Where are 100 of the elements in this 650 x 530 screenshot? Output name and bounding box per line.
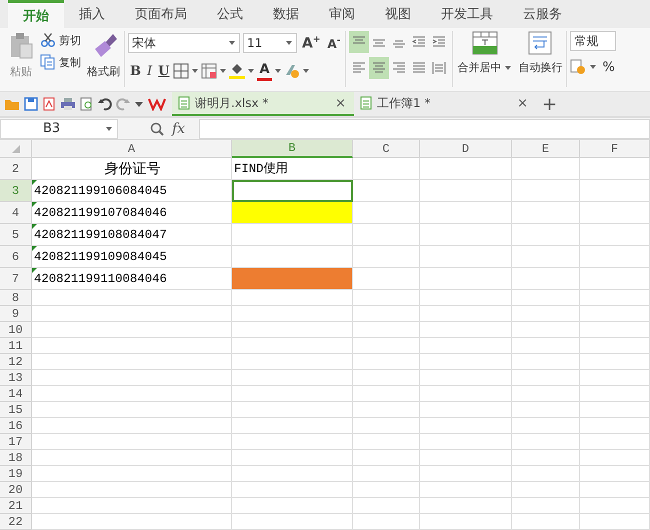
table-cell[interactable] <box>32 482 232 498</box>
copy-button[interactable]: 复制 <box>38 53 83 71</box>
print-preview-icon[interactable] <box>80 97 94 111</box>
menu-tab[interactable]: 开发工具 <box>426 0 508 28</box>
table-cell[interactable] <box>32 466 232 482</box>
table-cell[interactable] <box>512 498 580 514</box>
table-cell[interactable] <box>420 370 512 386</box>
table-cell[interactable]: 420821199109084045 <box>32 246 232 268</box>
table-cell[interactable] <box>580 450 650 466</box>
table-cell[interactable] <box>232 418 353 434</box>
table-cell[interactable] <box>512 268 580 290</box>
caret-icon[interactable] <box>219 67 228 75</box>
table-cell[interactable] <box>232 224 353 246</box>
table-cell[interactable] <box>232 306 353 322</box>
row-header[interactable]: 16 <box>0 418 32 434</box>
table-cell[interactable] <box>32 322 232 338</box>
row-header[interactable]: 12 <box>0 354 32 370</box>
table-cell[interactable] <box>580 482 650 498</box>
table-cell[interactable] <box>512 514 580 530</box>
table-cell[interactable] <box>580 386 650 402</box>
new-tab-button[interactable]: + <box>536 92 564 116</box>
percent-button[interactable]: % <box>600 58 617 76</box>
table-cell[interactable] <box>580 246 650 268</box>
table-cell[interactable] <box>420 418 512 434</box>
table-cell[interactable] <box>420 224 512 246</box>
menu-tab[interactable]: 数据 <box>258 0 314 28</box>
table-cell[interactable] <box>512 482 580 498</box>
table-cell[interactable] <box>353 370 420 386</box>
table-cell[interactable] <box>512 370 580 386</box>
row-header[interactable]: 4 <box>0 202 32 224</box>
table-cell[interactable] <box>512 180 580 202</box>
table-cell[interactable] <box>232 466 353 482</box>
table-cell[interactable] <box>232 322 353 338</box>
table-cell[interactable]: 身份证号 <box>32 158 232 180</box>
printer-icon[interactable] <box>60 97 76 111</box>
table-cell[interactable] <box>353 354 420 370</box>
menu-tab[interactable]: 公式 <box>202 0 258 28</box>
font-name-dropdown[interactable]: 宋体 <box>128 33 240 53</box>
borders-icon[interactable] <box>173 63 190 79</box>
increase-font-button[interactable]: A$^{+}$ <box>300 32 322 54</box>
table-cell[interactable] <box>420 268 512 290</box>
font-color-button[interactable]: A <box>257 61 272 81</box>
name-box[interactable]: B3 <box>0 118 118 138</box>
table-cell[interactable] <box>353 322 420 338</box>
table-cell[interactable] <box>32 450 232 466</box>
formula-input-field[interactable] <box>199 118 650 138</box>
menu-tab[interactable]: 页面布局 <box>120 0 202 28</box>
menu-tab[interactable]: 云服务 <box>508 0 577 28</box>
pdf-icon[interactable] <box>42 97 56 111</box>
table-cell[interactable] <box>32 370 232 386</box>
table-cell[interactable] <box>353 306 420 322</box>
table-cell[interactable] <box>580 466 650 482</box>
table-cell[interactable] <box>32 354 232 370</box>
table-cell[interactable] <box>232 338 353 354</box>
table-cell[interactable] <box>32 434 232 450</box>
table-cell[interactable] <box>512 290 580 306</box>
row-header[interactable]: 8 <box>0 290 32 306</box>
table-cell[interactable] <box>32 338 232 354</box>
bold-button[interactable]: B <box>128 60 143 82</box>
table-cell[interactable] <box>353 290 420 306</box>
caret-icon[interactable] <box>105 124 113 132</box>
fill-bucket-icon[interactable] <box>229 63 246 79</box>
table-cell[interactable] <box>580 180 650 202</box>
table-cell[interactable] <box>420 158 512 180</box>
table-cell[interactable] <box>232 370 353 386</box>
table-cell[interactable] <box>512 246 580 268</box>
caret-icon[interactable] <box>285 39 293 47</box>
cut-button[interactable]: 剪切 <box>38 31 83 49</box>
row-header[interactable]: 18 <box>0 450 32 466</box>
table-cell[interactable] <box>580 370 650 386</box>
table-cell[interactable] <box>512 418 580 434</box>
table-cell[interactable] <box>580 322 650 338</box>
close-tab-button[interactable]: × <box>515 96 530 110</box>
table-cell[interactable] <box>420 434 512 450</box>
table-cell[interactable] <box>420 402 512 418</box>
table-cell[interactable] <box>32 402 232 418</box>
insert-function-button[interactable]: fx <box>172 120 186 136</box>
table-cell[interactable] <box>420 514 512 530</box>
table-cell[interactable] <box>580 224 650 246</box>
w-logo-icon[interactable] <box>148 97 166 111</box>
table-cell[interactable] <box>420 290 512 306</box>
table-cell[interactable] <box>512 158 580 180</box>
table-cell[interactable] <box>512 466 580 482</box>
table-cell[interactable] <box>420 338 512 354</box>
table-cell[interactable] <box>420 354 512 370</box>
table-cell[interactable] <box>353 246 420 268</box>
table-cell[interactable] <box>353 180 420 202</box>
table-cell[interactable] <box>512 354 580 370</box>
table-cell[interactable] <box>420 482 512 498</box>
table-cell[interactable] <box>512 450 580 466</box>
decrease-font-button[interactable]: A$^{-}$ <box>325 32 342 54</box>
table-cell[interactable] <box>512 224 580 246</box>
table-cell[interactable] <box>420 306 512 322</box>
save-icon[interactable] <box>24 97 38 111</box>
table-cell[interactable] <box>353 514 420 530</box>
table-cell[interactable] <box>32 418 232 434</box>
wrap-text-button[interactable]: 自动换行 <box>517 31 564 75</box>
column-header[interactable]: D <box>420 140 512 158</box>
table-cell[interactable] <box>580 338 650 354</box>
table-cell[interactable] <box>353 466 420 482</box>
